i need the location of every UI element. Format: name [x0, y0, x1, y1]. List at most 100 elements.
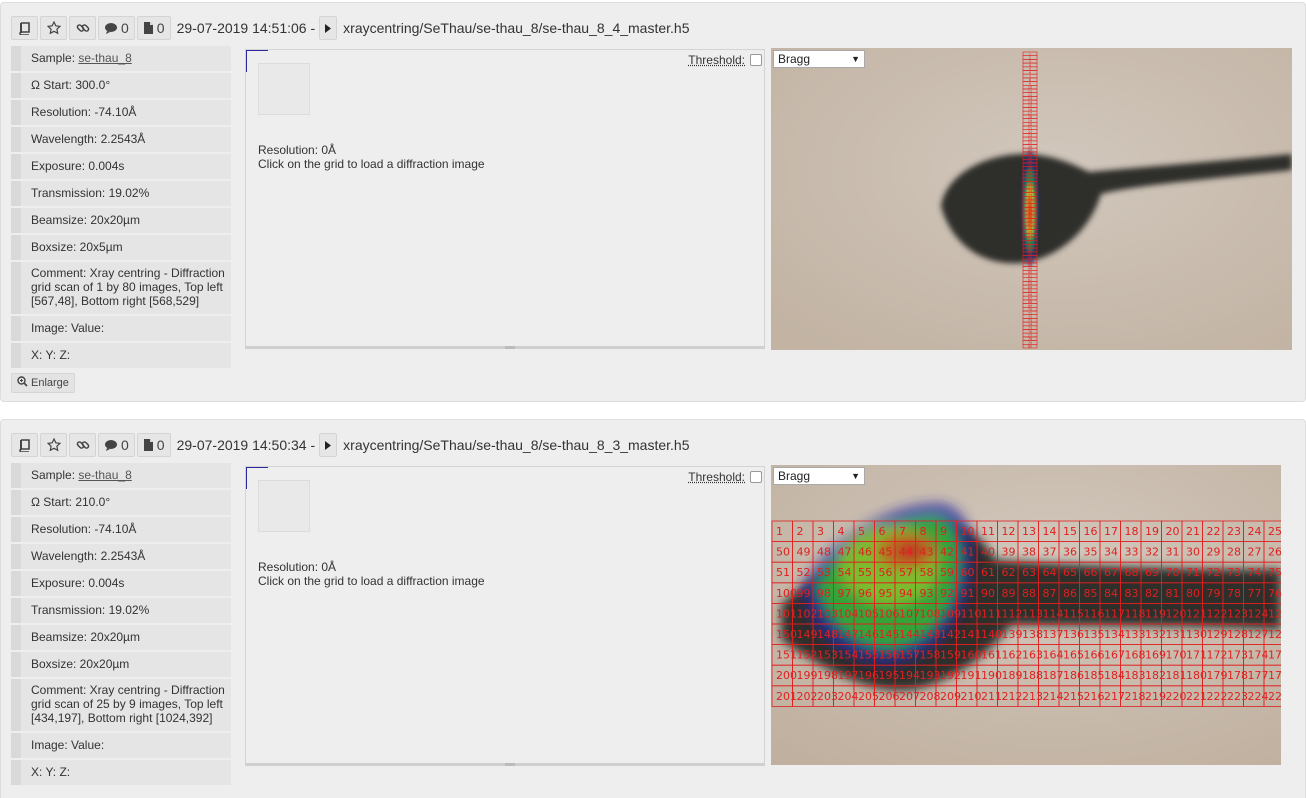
threshold-checkbox[interactable]: [750, 54, 762, 66]
grid-cell-label: 112: [1002, 607, 1023, 620]
grid-cell-label: 126: [1268, 628, 1281, 641]
files-count: 0: [156, 20, 165, 36]
permalink-button[interactable]: [69, 16, 96, 40]
grid-cell-label: 57: [899, 566, 913, 579]
info-xyz: X: Y: Z:: [11, 343, 231, 368]
grid-cell-label: 68: [1125, 566, 1139, 579]
play-button[interactable]: [319, 433, 338, 457]
grid-cell-label: 206: [879, 690, 900, 703]
grid-cell-label: 106: [879, 607, 900, 620]
grid-cell-label: 12: [1002, 525, 1016, 538]
permalink-button[interactable]: [69, 433, 96, 457]
grid-cell-label: 107: [899, 607, 920, 620]
collection-path: xraycentring/SeThau/se-thau_8/se-thau_8_…: [343, 20, 690, 36]
comments-button[interactable]: 0: [98, 433, 135, 457]
grid-cell-label: 66: [1084, 566, 1098, 579]
grid-cell-label: 98: [817, 587, 831, 600]
grid-cell-label: 14: [1043, 525, 1057, 538]
grid-cell-label: 23: [1227, 525, 1241, 538]
view-mode-select[interactable]: Bragg ▼: [773, 50, 865, 68]
info-image-value: Image: Value:: [11, 316, 231, 341]
grid-cell-label: 51: [776, 566, 790, 579]
grid-cell-label: 128: [1227, 628, 1248, 641]
grid-cell-label: 18: [1125, 525, 1139, 538]
grid-cell-label: 186: [1063, 669, 1084, 682]
diffraction-thumbnail[interactable]: [258, 480, 310, 532]
comment-icon: [104, 22, 118, 34]
sample-link[interactable]: se-thau_8: [78, 468, 131, 482]
grid-cell-label: 185: [1084, 669, 1105, 682]
grid-cell-label: 130: [1186, 628, 1207, 641]
diffraction-viewer[interactable]: Resolution: 0Å Click on the grid to load…: [245, 466, 765, 766]
play-button[interactable]: [319, 16, 338, 40]
grid-cell-label: 49: [797, 546, 811, 559]
grid-cell-label: 79: [1207, 587, 1221, 600]
grid-cell-label: 70: [1166, 566, 1180, 579]
threshold-checkbox[interactable]: [750, 471, 762, 483]
info-sample: Sample: se-thau_8: [11, 46, 231, 71]
book-button[interactable]: [11, 16, 38, 40]
grid-cell-label: 169: [1145, 649, 1166, 662]
info-transmission: Transmission: 19.02%: [11, 181, 231, 206]
sample-link[interactable]: se-thau_8: [78, 51, 131, 65]
sample-image[interactable]: 1234567891011121314151617181920212223242…: [771, 465, 1281, 765]
sample-image-view[interactable]: Bragg ▼ 1 2 3 4 5 6 7 8 9 10 11 12 13 14…: [771, 48, 1292, 350]
grid-cell-label: 103: [817, 607, 838, 620]
files-button[interactable]: 0: [136, 16, 171, 40]
grid-cell-label: 134: [1104, 628, 1125, 641]
book-button[interactable]: [11, 433, 38, 457]
comments-button[interactable]: 0: [98, 16, 135, 40]
view-mode-select[interactable]: Bragg ▼: [773, 467, 865, 485]
grid-cell-label: 180: [1186, 669, 1207, 682]
viewer-resize-handle[interactable]: [505, 763, 515, 766]
grid-cell-label: 147: [838, 628, 859, 641]
diffraction-viewer[interactable]: Resolution: 0Å Click on the grid to load…: [245, 49, 765, 349]
viewer-resize-handle[interactable]: [505, 346, 515, 349]
enlarge-button[interactable]: Enlarge: [11, 373, 75, 393]
grid-cell-label: 136: [1063, 628, 1084, 641]
grid-cell-label: 187: [1043, 669, 1064, 682]
view-mode-value: Bragg: [778, 469, 811, 483]
grid-cell-label: 220: [1166, 690, 1187, 703]
grid-cell-label: 43: [920, 546, 934, 559]
grid-cell-label: 108: [920, 607, 941, 620]
collection-info-list: Sample: se-thau_8 Ω Start: 210.0° Resolu…: [11, 463, 231, 787]
grid-cell-label: 115: [1063, 607, 1084, 620]
grid-cell-label: 171: [1186, 649, 1207, 662]
grid-cell-label: 95: [879, 587, 893, 600]
files-button[interactable]: 0: [136, 433, 171, 457]
favourite-button[interactable]: [40, 433, 67, 457]
grid-cell-label: 41: [961, 546, 975, 559]
diffraction-thumbnail[interactable]: [258, 63, 310, 115]
grid-cell-label: 60: [961, 566, 975, 579]
grid-cell-label: 178: [1227, 669, 1248, 682]
grid-cell-label: 222: [1207, 690, 1228, 703]
grid-cell-label: 150: [776, 628, 797, 641]
sample-image[interactable]: 1234567891011121314151617181920212223242…: [771, 48, 1292, 350]
favourite-button[interactable]: [40, 16, 67, 40]
grid-cell-label: 81: [1166, 587, 1180, 600]
grid-cell-label: 104: [838, 607, 859, 620]
grid-cell-label: 13: [1022, 525, 1036, 538]
collection-datetime: 29-07-2019 14:50:34 -: [176, 437, 316, 453]
book-icon: [18, 21, 31, 35]
grid-cell-label: 224: [1248, 690, 1269, 703]
enlarge-label: Enlarge: [31, 377, 69, 389]
grid-cell-label: 55: [858, 566, 872, 579]
grid-cell-label: 86: [1063, 587, 1077, 600]
info-wavelength: Wavelength: 2.2543Å: [11, 127, 231, 152]
grid-cell-label: 157: [899, 649, 920, 662]
info-transmission: Transmission: 19.02%: [11, 598, 231, 623]
grid-cell-label: 216: [1084, 690, 1105, 703]
grid-cell-label: 21: [1186, 525, 1200, 538]
grid-cell-label: 191: [961, 669, 982, 682]
diffraction-hint: Click on the grid to load a diffraction …: [258, 574, 485, 588]
grid-cell-label: 50: [776, 546, 790, 559]
grid-cell-label: 67: [1104, 566, 1118, 579]
grid-cell-label: 24: [1248, 525, 1262, 538]
grid-cell-label: 173: [1227, 649, 1248, 662]
sample-image-view[interactable]: Bragg ▼ 123456789 10 11 12 13 14 15 16 1…: [771, 465, 1281, 765]
grid-cell-label: 9: [940, 525, 947, 538]
grid-cell-label: 168: [1125, 649, 1146, 662]
grid-cell-label: 82: [1145, 587, 1159, 600]
